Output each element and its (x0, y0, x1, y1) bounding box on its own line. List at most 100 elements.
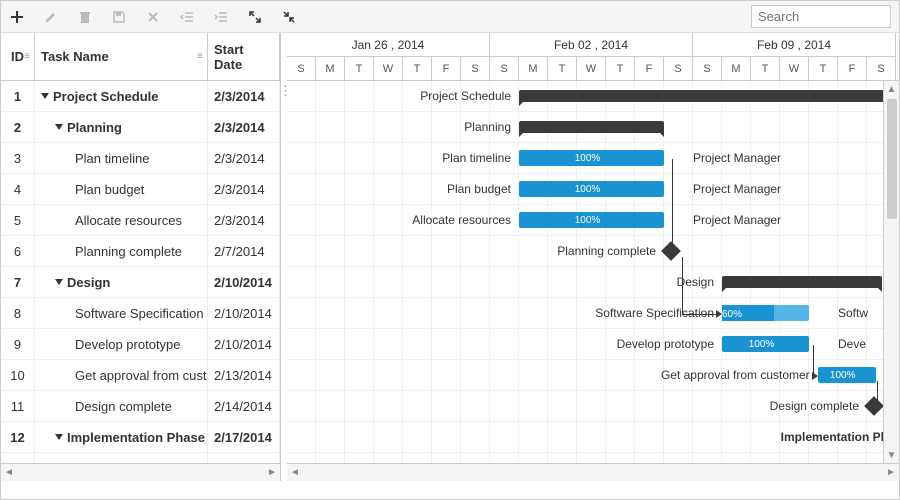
day-header: F (432, 57, 461, 81)
cell-id: 12 (1, 422, 35, 452)
gantt-row: Design complete (287, 391, 899, 422)
resource-label: Project Manager (693, 182, 781, 196)
collapse-toggle-icon[interactable] (55, 434, 63, 440)
day-header: T (403, 57, 432, 81)
menu-icon[interactable]: ≡ (24, 51, 30, 62)
gantt-row: Planning complete (287, 236, 899, 267)
save-icon[interactable] (111, 9, 127, 25)
progress-label: 100% (575, 153, 601, 164)
day-header: T (751, 57, 780, 81)
bar-label: Planning complete (557, 244, 656, 258)
scroll-right-icon[interactable]: ► (883, 465, 899, 481)
table-row[interactable]: 4Plan budget2/3/2014 (1, 174, 280, 205)
task-bar[interactable]: 100% (722, 336, 809, 352)
table-row[interactable]: 7Design2/10/2014 (1, 267, 280, 298)
day-header: T (345, 57, 374, 81)
table-row[interactable]: 11Design complete2/14/2014 (1, 391, 280, 422)
cell-id: 10 (1, 360, 35, 390)
scroll-right-icon[interactable]: ► (264, 465, 280, 481)
menu-icon[interactable]: ≡ (197, 51, 203, 62)
task-bar[interactable]: 60% (722, 305, 809, 321)
task-bar[interactable] (519, 121, 664, 133)
task-bar[interactable]: 100% (519, 150, 664, 166)
table-row[interactable]: 9Develop prototype2/10/2014 (1, 329, 280, 360)
col-header-task[interactable]: Task Name≡ (35, 33, 208, 80)
table-row[interactable]: 5Allocate resources2/3/2014 (1, 205, 280, 236)
add-icon[interactable] (9, 9, 25, 25)
cell-taskname: Develop prototype (35, 329, 208, 359)
collapse-icon[interactable] (281, 9, 297, 25)
expand-icon[interactable] (247, 9, 263, 25)
scroll-down-icon[interactable]: ▼ (884, 447, 900, 463)
cell-date: 2/10/2014 (208, 329, 280, 359)
progress-label: 100% (575, 184, 601, 195)
cell-date: 2/17/2014 (208, 422, 280, 452)
progress-label: 100% (575, 215, 601, 226)
day-header: S (664, 57, 693, 81)
chart-horizontal-scrollbar[interactable]: ◄ ► (287, 463, 899, 481)
progress-label: 100% (830, 370, 856, 381)
toolbar (1, 1, 899, 33)
cell-taskname: Software Specification (35, 298, 208, 328)
resource-label: Project Manager (693, 213, 781, 227)
collapse-toggle-icon[interactable] (55, 124, 63, 130)
table-row[interactable]: 2Planning2/3/2014 (1, 112, 280, 143)
task-bar[interactable]: 100% (519, 212, 664, 228)
scroll-left-icon[interactable]: ◄ (287, 465, 303, 481)
task-bar[interactable] (519, 90, 896, 102)
task-bar[interactable]: 100% (519, 181, 664, 197)
cell-date: 2/7/2014 (208, 236, 280, 266)
day-header: S (490, 57, 519, 81)
cell-date: 2/3/2014 (208, 174, 280, 204)
collapse-toggle-icon[interactable] (55, 279, 63, 285)
task-bar[interactable] (722, 276, 882, 288)
delete-icon[interactable] (77, 9, 93, 25)
scroll-thumb[interactable] (887, 99, 897, 219)
bar-label: Allocate resources (412, 213, 511, 227)
cell-taskname: Implementation Phase (35, 422, 208, 452)
resource-label: Softw (838, 306, 868, 320)
scroll-up-icon[interactable]: ▲ (884, 81, 900, 97)
bar-label: Plan timeline (442, 151, 511, 165)
week-header: Feb 09 , 2014 (693, 33, 896, 57)
day-header: T (606, 57, 635, 81)
gantt-chart: Jan 26 , 2014Feb 02 , 2014Feb 09 , 2014 … (287, 33, 899, 481)
table-row[interactable]: 3Plan timeline2/3/2014 (1, 143, 280, 174)
table-row[interactable]: 6Planning complete2/7/2014 (1, 236, 280, 267)
collapse-toggle-icon[interactable] (41, 93, 49, 99)
grid-horizontal-scrollbar[interactable]: ◄ ► (1, 463, 280, 481)
cell-id: 7 (1, 267, 35, 297)
col-header-id[interactable]: ID≡ (1, 33, 35, 80)
bar-label: Software Specification (595, 306, 714, 320)
search-input[interactable] (751, 5, 891, 28)
task-bar[interactable]: 100% (818, 367, 876, 383)
day-header: T (548, 57, 577, 81)
cell-id: 13 (1, 453, 35, 463)
gantt-row: Allocate resources 100% Project Manager (287, 205, 899, 236)
day-header: W (577, 57, 606, 81)
outdent-icon[interactable] (179, 9, 195, 25)
col-header-date[interactable]: Start Date (208, 33, 280, 80)
table-row[interactable]: 12Implementation Phase2/17/2014 (1, 422, 280, 453)
indent-icon[interactable] (213, 9, 229, 25)
resource-label: Deve (838, 337, 866, 351)
cancel-icon[interactable] (145, 9, 161, 25)
scroll-left-icon[interactable]: ◄ (1, 465, 17, 481)
edit-icon[interactable] (43, 9, 59, 25)
cell-id: 2 (1, 112, 35, 142)
cell-date: 2/3/2014 (208, 112, 280, 142)
day-header: W (374, 57, 403, 81)
cell-id: 8 (1, 298, 35, 328)
cell-taskname: Allocate resources (35, 205, 208, 235)
cell-id: 11 (1, 391, 35, 421)
cell-date: 2/14/2014 (208, 391, 280, 421)
cell-taskname: Planning (35, 112, 208, 142)
table-row[interactable]: 10Get approval from customer2/13/2014 (1, 360, 280, 391)
table-row[interactable]: 8Software Specification2/10/2014 (1, 298, 280, 329)
table-row[interactable]: 13Phase 12/17/2014 (1, 453, 280, 463)
gantt-row: Phas (287, 453, 899, 463)
vertical-scrollbar[interactable]: ▲ ▼ (883, 81, 899, 463)
gantt-row: Plan timeline100%Project Manager (287, 143, 899, 174)
cell-taskname: Planning complete (35, 236, 208, 266)
table-row[interactable]: 1Project Schedule2/3/2014 (1, 81, 280, 112)
